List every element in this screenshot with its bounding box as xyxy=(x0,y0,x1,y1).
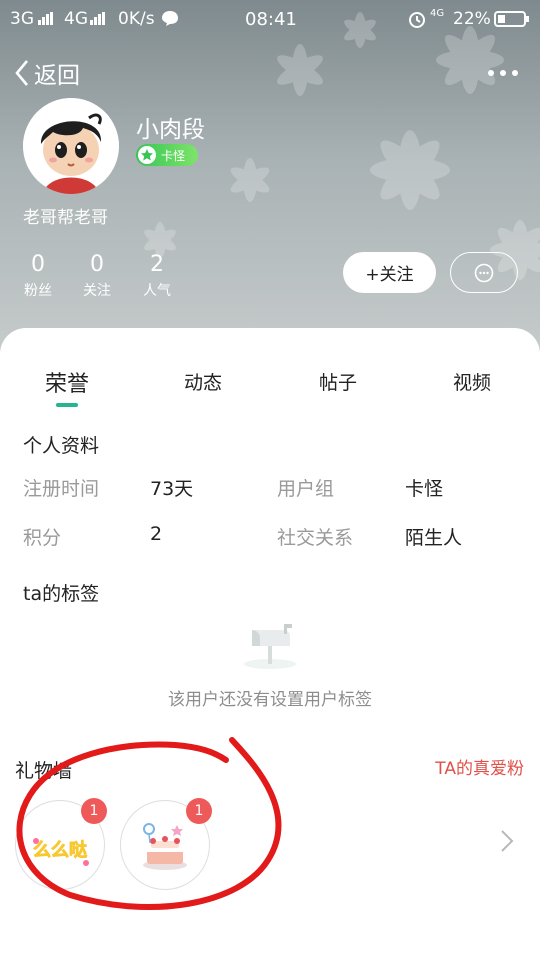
back-label: 返回 xyxy=(34,63,80,89)
more-options-button[interactable] xyxy=(488,70,518,76)
gift-item-cake[interactable]: 1 xyxy=(120,798,212,890)
stat-label: 关注 xyxy=(83,283,111,299)
tab-videos[interactable]: 视频 xyxy=(427,368,517,395)
info-value-social-relation: 陌生人 xyxy=(405,527,463,549)
level-badge-label: 卡怪 xyxy=(161,148,186,163)
gift-item-memeda[interactable]: 么么哒 1 xyxy=(15,798,107,890)
empty-mailbox-icon xyxy=(244,624,296,669)
more-dot-icon xyxy=(488,70,494,76)
cartoon-boy-avatar-icon xyxy=(23,98,119,194)
gift-name-text: 么么哒 xyxy=(33,839,87,861)
info-key-user-group: 用户组 xyxy=(277,478,335,500)
info-key-points: 积分 xyxy=(23,527,62,549)
signal-icon xyxy=(90,12,105,25)
bio-text: 老哥帮老哥 xyxy=(23,208,108,228)
battery-percent: 22% xyxy=(453,9,491,29)
gift-count-badge: 1 xyxy=(186,798,212,824)
stat-following[interactable]: 0 关注 xyxy=(67,252,127,300)
nickname: 小肉段 xyxy=(136,117,205,143)
tab-posts[interactable]: 帖子 xyxy=(293,368,383,395)
more-dot-icon xyxy=(512,70,518,76)
status-bar: 3G 4G 0K/s 08:41 4G 22% xyxy=(0,0,540,38)
clock-time: 08:41 xyxy=(245,9,297,30)
tags-title: ta的标签 xyxy=(23,583,100,605)
stat-label: 人气 xyxy=(143,283,171,299)
info-value-register-time: 73天 xyxy=(150,478,194,500)
chat-bubble-icon xyxy=(474,263,494,282)
level-badge: 卡怪 xyxy=(136,144,198,166)
stat-popularity[interactable]: 2 人气 xyxy=(127,252,187,300)
profile-content-card: 荣誉 动态 帖子 视频 个人资料 注册时间 73天 用户组 卡怪 积分 2 社交… xyxy=(0,328,540,960)
top-nav: 返回 xyxy=(0,52,540,96)
stat-value: 0 xyxy=(31,252,45,277)
chevron-left-icon xyxy=(15,60,28,86)
personal-info-title: 个人资料 xyxy=(23,435,100,457)
message-button[interactable] xyxy=(450,252,518,293)
more-dot-icon xyxy=(500,70,506,76)
alarm-icon xyxy=(409,12,425,28)
tab-dynamics[interactable]: 动态 xyxy=(158,368,248,395)
tags-empty-text: 该用户还没有设置用户标签 xyxy=(168,690,372,710)
network-4g: 4G xyxy=(64,9,88,29)
battery-icon xyxy=(494,11,529,27)
avatar[interactable] xyxy=(23,98,119,194)
stat-label: 粉丝 xyxy=(24,283,52,299)
gift-wall-title: 礼物墙 xyxy=(15,760,73,782)
active-tab-indicator xyxy=(56,403,78,407)
stat-value: 0 xyxy=(90,252,104,277)
profile-header: 3G 4G 0K/s 08:41 4G 22% 返回 小肉段 卡怪 老哥帮老哥 … xyxy=(0,0,540,360)
message-bubble-icon xyxy=(162,11,178,26)
info-key-register-time: 注册时间 xyxy=(23,478,100,500)
chevron-right-icon[interactable] xyxy=(500,829,514,853)
network-speed: 0K/s xyxy=(118,9,155,29)
star-icon xyxy=(138,146,156,164)
info-key-social-relation: 社交关系 xyxy=(277,527,354,549)
tab-honor[interactable]: 荣誉 xyxy=(22,366,112,398)
stat-fans[interactable]: 0 粉丝 xyxy=(8,252,68,300)
gift-count-badge: 1 xyxy=(81,798,107,824)
network-3g: 3G xyxy=(10,9,34,29)
network-tag: 4G xyxy=(430,8,445,19)
back-button[interactable]: 返回 xyxy=(14,56,80,90)
info-value-user-group: 卡怪 xyxy=(405,478,444,500)
stat-value: 2 xyxy=(150,252,164,277)
follow-button[interactable]: +关注 xyxy=(343,252,436,293)
signal-icon xyxy=(38,12,53,25)
info-value-points: 2 xyxy=(150,523,163,545)
true-fans-link[interactable]: TA的真爱粉 xyxy=(435,754,524,779)
